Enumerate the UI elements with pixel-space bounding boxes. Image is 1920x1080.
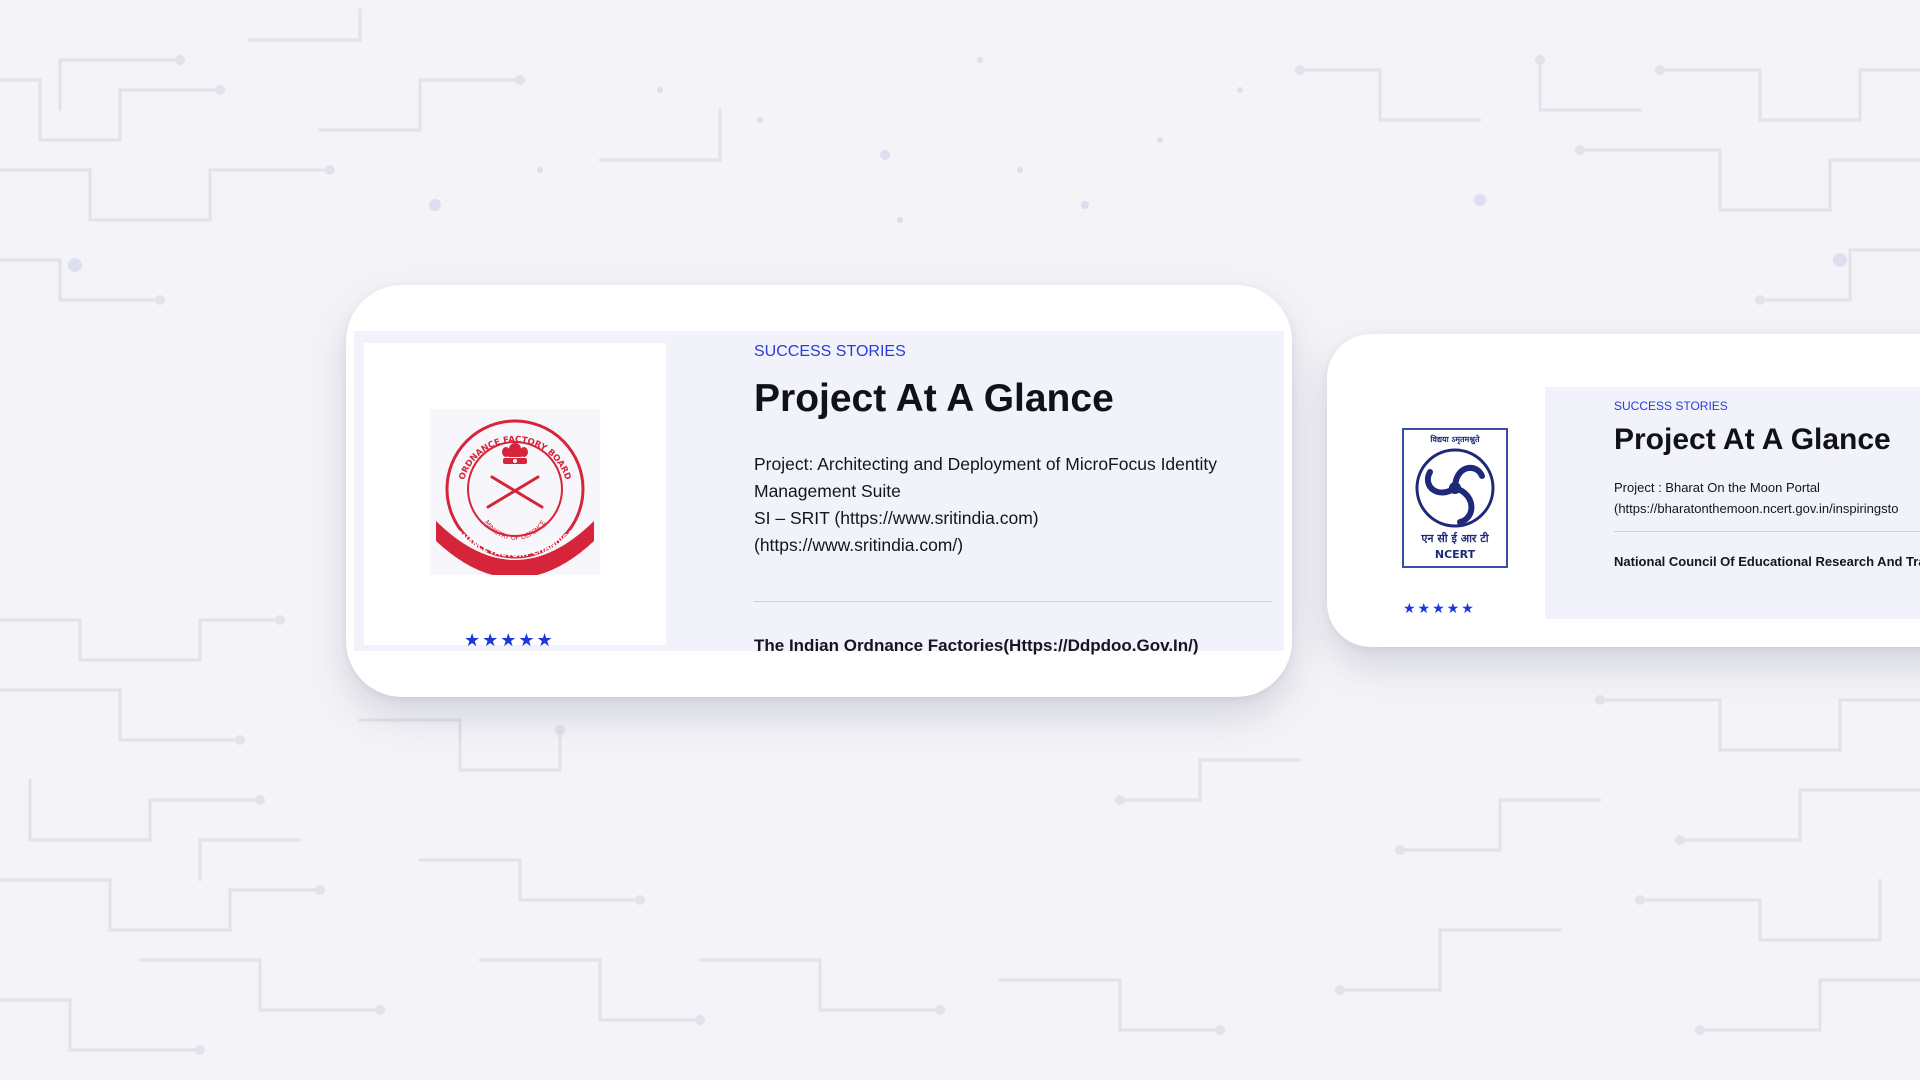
si-line[interactable]: SI – SRIT (https://www.sritindia.com) (754, 505, 1264, 532)
client-logo: विद्यया ऽमृतमश्नुते एन सी ई आर टी NCERT (1402, 428, 1508, 568)
ncert-english-name: NCERT (1435, 548, 1476, 561)
card-title: Project At A Glance (754, 377, 1114, 420)
project-url[interactable]: (https://bharatonthemoon.ncert.gov.in/in… (1614, 498, 1920, 519)
project-description: Project: Architecting and Deployment of … (754, 451, 1264, 559)
card-inner-panel: विद्यया ऽमृतमश्नुते एन सी ई आर टी NCERT … (1349, 387, 1920, 619)
client-name[interactable]: National Council Of Educational Research… (1614, 554, 1920, 569)
rating-stars: ★★★★★ (464, 630, 555, 651)
project-line: Project: Architecting and Deployment of … (754, 454, 1217, 501)
card-title: Project At A Glance (1614, 423, 1891, 456)
rating-stars: ★★★★★ (1403, 601, 1476, 617)
card-content: SUCCESS STORIES Project At A Glance Proj… (754, 331, 1272, 656)
ncert-motto: विद्यया ऽमृतमश्नुते (1429, 434, 1480, 445)
client-name[interactable]: The Indian Ordnance Factories(Https://Dd… (754, 636, 1264, 656)
logo-panel: विद्यया ऽमृतमश्नुते एन सी ई आर टी NCERT … (1349, 387, 1545, 619)
card-content: SUCCESS STORIES Project At A Glance Proj… (1614, 387, 1920, 569)
client-logo: ORDNANCE FACTORY BOARD MINISTRY OF DEFEN… (430, 409, 600, 575)
section-eyebrow: SUCCESS STORIES (1614, 399, 1728, 413)
divider (1614, 531, 1920, 532)
card-inner-panel: ORDNANCE FACTORY BOARD MINISTRY OF DEFEN… (354, 331, 1284, 655)
section-eyebrow: SUCCESS STORIES (754, 343, 906, 360)
project-line: Project : Bharat On the Moon Portal (1614, 480, 1820, 495)
ncert-hindi-name: एन सी ई आर टी (1420, 531, 1489, 545)
success-story-card-1[interactable]: ORDNANCE FACTORY BOARD MINISTRY OF DEFEN… (346, 285, 1292, 697)
project-description: Project : Bharat On the Moon Portal (htt… (1614, 477, 1920, 519)
logo-panel: ORDNANCE FACTORY BOARD MINISTRY OF DEFEN… (364, 343, 666, 651)
si-link[interactable]: (https://www.sritindia.com/) (754, 532, 1264, 559)
success-story-card-2[interactable]: विद्यया ऽमृतमश्नुते एन सी ई आर टी NCERT … (1327, 334, 1920, 647)
ordnance-factory-board-seal-icon: ORDNANCE FACTORY BOARD MINISTRY OF DEFEN… (430, 409, 594, 575)
ncert-logo-icon: विद्यया ऽमृतमश्नुते एन सी ई आर टी NCERT (1415, 434, 1495, 561)
divider (754, 601, 1272, 602)
seal-text-inner: MINISTRY OF DEFENCE (483, 519, 548, 542)
